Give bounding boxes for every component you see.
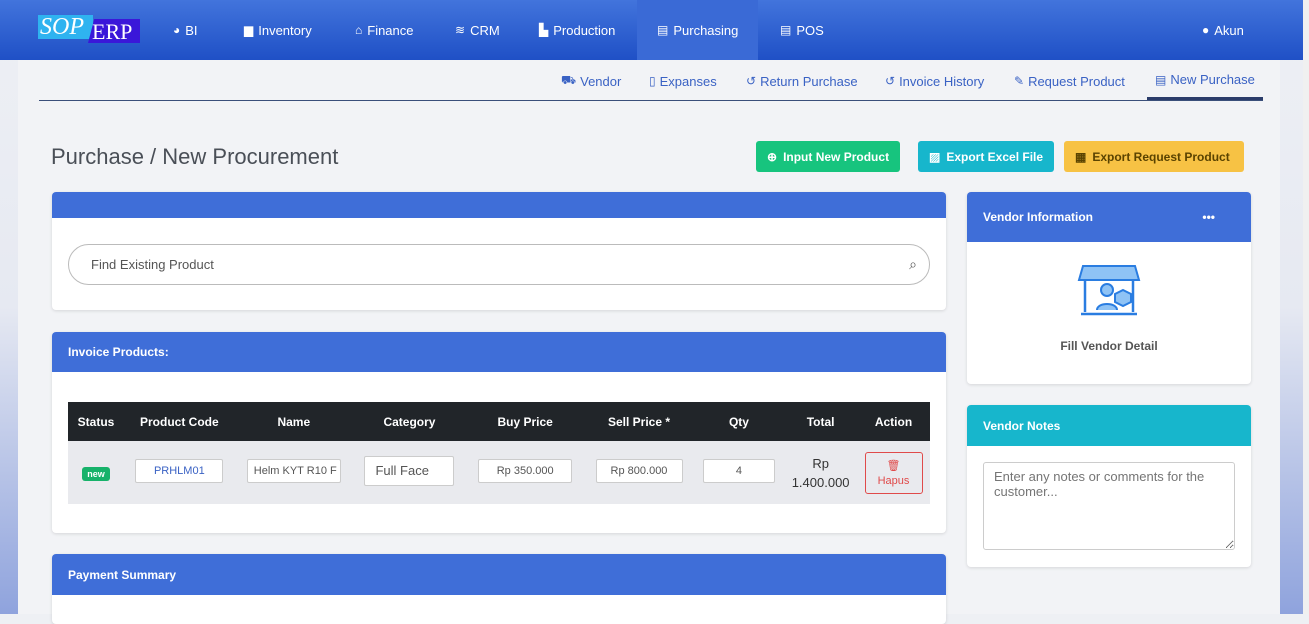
fill-vendor-detail-link[interactable]: Fill Vendor Detail [967,339,1251,353]
nav-purchasing[interactable]: ▤ Purchasing [637,0,759,60]
input-new-product-button[interactable]: ⊕ Input New Product [756,141,901,172]
undo-icon: ↺ [746,74,757,88]
user-icon: ● [1202,23,1210,37]
nav-crm[interactable]: ≋ CRM [435,0,520,60]
excel-file-icon: ▨ [929,149,941,164]
nav-pos[interactable]: ▤ POS [760,0,844,60]
name-input[interactable]: Helm KYT R10 F [246,459,341,483]
invoice-table: Status Product Code Name Category Buy Price S… [68,402,930,504]
scrollbar[interactable] [1303,0,1309,614]
vendor-store-icon[interactable] [1077,262,1141,320]
invoice-icon: ▯ [649,74,656,88]
nav-finance[interactable]: ⌂ Finance [335,0,434,60]
qty-input[interactable]: 4 [702,459,775,483]
vendor-info-card: Vendor Information ••• Fill Vendor Detail [967,192,1251,384]
factory-icon: ▙ [539,23,549,37]
top-navbar: SOP ERP ◕ BI ▆ Inventory ⌂ Finance ≋ CRM ▙ Pro… [0,0,1303,60]
edit-icon: ✎ [1014,74,1025,88]
delete-button[interactable]: 🗑 Hapus [864,451,923,494]
subnav-request-product[interactable]: ✎ Request Product [1014,62,1125,100]
category-select[interactable]: Full Face [364,456,455,486]
more-icon[interactable]: ••• [1202,210,1215,224]
product-code-input[interactable]: PRHLM01 [135,459,224,483]
vendor-notes-card: Vendor Notes [967,405,1251,567]
invoice-products-card: Invoice Products: Status Product Code Name… [52,332,946,533]
nav-account[interactable]: ● Akun [1182,0,1264,60]
search-card: Find Existing Product ⌕ [52,192,946,310]
invoice-title: Invoice Products: [52,332,946,372]
subnav-vendor[interactable]: ⛟ Vendor [561,62,621,100]
box-icon: ▆ [244,23,254,37]
vendor-notes-title: Vendor Notes [967,405,1251,446]
sub-navbar: ⛟ Vendor ▯ Expanses ↺ Return Purchase ↺ Invo… [39,62,1263,101]
payment-title: Payment Summary [52,554,946,595]
subnav-expanses[interactable]: ▯ Expanses [649,62,717,100]
search-icon[interactable]: ⌕ [909,256,917,273]
sell-price-input[interactable]: Rp 800.000 [595,459,683,483]
subnav-new-purchase[interactable]: ▤ New Purchase [1147,62,1263,100]
export-excel-button[interactable]: ▨ Export Excel File [918,141,1055,172]
nav-inventory[interactable]: ▆ Inventory [224,0,332,60]
bank-icon: ⌂ [355,23,363,37]
export-request-button[interactable]: ▦ Export Request Product [1064,141,1244,172]
layers-icon: ≋ [455,23,466,37]
store-icon: ▤ [780,23,792,37]
status-badge: new [82,466,110,481]
history-icon: ↺ [885,74,896,88]
nav-bi[interactable]: ◕ BI [153,0,218,60]
table-row: new PRHLM01 Helm KYT R10 F Full Face Rp … [68,441,930,504]
plus-circle-icon: ⊕ [767,149,778,164]
logo[interactable]: SOP ERP [38,15,140,43]
truck-icon: ⛟ [561,73,577,87]
dashboard-icon: ◕ [173,23,181,37]
vendor-notes-textarea[interactable] [983,462,1235,550]
boxes-icon: ▦ [1075,149,1087,164]
cart-icon: ▤ [657,23,669,37]
subnav-return-purchase[interactable]: ↺ Return Purchase [746,62,858,100]
trash-icon: 🗑 [886,459,901,472]
file-icon: ▤ [1155,72,1167,87]
nav-production[interactable]: ▙ Production [519,0,635,60]
find-product-input[interactable]: Find Existing Product ⌕ [68,244,930,285]
buy-price-input[interactable]: Rp 350.000 [478,459,573,483]
page-title: Purchase / New Procurement [51,144,339,169]
subnav-invoice-history[interactable]: ↺ Invoice History [885,62,984,100]
